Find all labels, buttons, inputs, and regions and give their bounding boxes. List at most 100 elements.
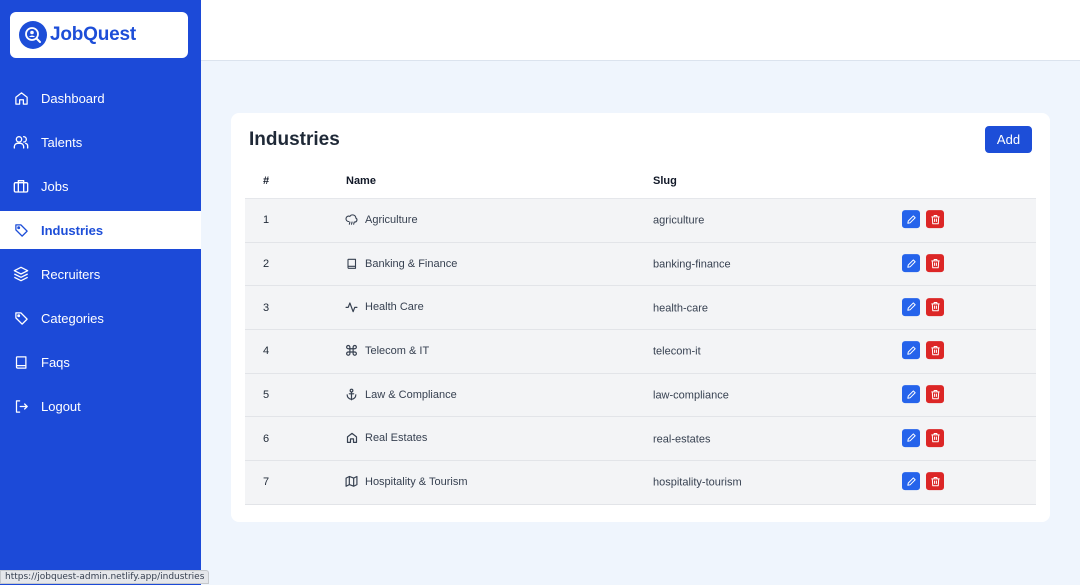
row-slug: hospitality-tourism	[653, 477, 742, 490]
users-icon	[13, 134, 29, 150]
table-body: 1 Agriculture agriculture 2 Banking & Fi…	[245, 199, 1036, 505]
edit-button[interactable]	[902, 210, 920, 229]
delete-button[interactable]	[926, 210, 944, 229]
add-button[interactable]: Add	[985, 126, 1032, 153]
row-slug: telecom-it	[653, 346, 701, 359]
briefcase-icon	[13, 178, 29, 194]
row-slug: real-estates	[653, 433, 711, 446]
brand-logo[interactable]: JobQuest	[10, 12, 188, 58]
delete-button[interactable]	[926, 254, 944, 273]
row-number: 2	[263, 258, 270, 271]
row-actions	[902, 428, 944, 447]
trash-icon	[930, 389, 940, 399]
delete-button[interactable]	[926, 428, 944, 447]
edit-button[interactable]	[902, 297, 920, 316]
row-name-text: Real Estates	[365, 432, 428, 445]
sidebar-item-label: Categories	[41, 310, 104, 326]
sidebar-item-recruiters[interactable]: Recruiters	[0, 255, 201, 293]
pencil-icon	[906, 215, 916, 224]
row-slug: banking-finance	[653, 258, 731, 271]
row-number: 4	[263, 345, 270, 358]
row-name-text: Banking & Finance	[365, 257, 458, 270]
row-actions	[902, 385, 944, 404]
table-row: 6 Real Estates real-estates	[245, 417, 1036, 462]
sidebar-item-label: Talents	[41, 134, 83, 150]
delete-button[interactable]	[926, 385, 944, 404]
cloud-rain-icon	[345, 213, 358, 226]
table-row: 3 Health Care health-care	[245, 286, 1036, 331]
book-icon	[13, 354, 29, 370]
sidebar-item-logout[interactable]: Logout	[0, 387, 201, 425]
row-name: Hospitality & Tourism	[345, 475, 468, 488]
row-number: 5	[263, 389, 270, 402]
pencil-icon	[906, 346, 916, 355]
delete-button[interactable]	[926, 472, 944, 491]
row-actions	[902, 297, 944, 316]
row-name-text: Health Care	[365, 301, 424, 314]
column-header-name: Name	[346, 174, 376, 187]
pencil-icon	[906, 258, 916, 268]
sidebar-item-label: Faqs	[41, 354, 70, 370]
layers-icon	[13, 266, 29, 282]
map-icon	[345, 475, 358, 488]
industries-card: Industries Add # Name Slug 1 Agriculture…	[231, 113, 1050, 522]
page-title: Industries	[249, 129, 340, 150]
edit-button[interactable]	[902, 428, 920, 447]
trash-icon	[930, 345, 940, 356]
edit-button[interactable]	[902, 254, 920, 273]
home-icon	[13, 90, 29, 106]
sidebar-item-categories[interactable]: Categories	[0, 299, 201, 337]
row-name: Real Estates	[345, 432, 427, 445]
trash-icon	[930, 302, 940, 312]
row-name-text: Agriculture	[365, 213, 418, 226]
trash-icon	[930, 258, 940, 268]
table-row: 7 Hospitality & Tourism hospitality-tour…	[245, 461, 1036, 505]
tag-icon	[13, 222, 29, 238]
sidebar-item-label: Jobs	[41, 178, 69, 194]
row-name-text: Law & Compliance	[365, 388, 457, 401]
row-slug: law-compliance	[653, 389, 729, 402]
sidebar-item-label: Dashboard	[41, 90, 105, 106]
edit-button[interactable]	[902, 385, 920, 404]
table-row: 1 Agriculture agriculture	[245, 199, 1036, 243]
row-name: Banking & Finance	[345, 257, 457, 270]
row-name: Health Care	[345, 301, 424, 314]
sidebar-item-dashboard[interactable]: Dashboard	[0, 79, 201, 117]
row-slug: agriculture	[653, 214, 705, 227]
status-bar-url: https://jobquest-admin.netlify.app/indus…	[0, 570, 210, 584]
row-name-text: Telecom & IT	[365, 344, 430, 357]
row-slug: health-care	[653, 302, 709, 315]
edit-button[interactable]	[902, 472, 920, 491]
column-header-slug: Slug	[653, 174, 677, 187]
row-actions	[902, 472, 944, 491]
pencil-icon	[906, 302, 916, 311]
pencil-icon	[906, 390, 916, 399]
row-actions	[902, 254, 944, 273]
row-name-text: Hospitality & Tourism	[365, 475, 468, 488]
delete-button[interactable]	[926, 341, 944, 360]
brand-name: JobQuest	[50, 24, 137, 45]
edit-button[interactable]	[902, 341, 920, 360]
sidebar: JobQuest Dashboard Talents Jobs Industri…	[0, 0, 201, 585]
delete-button[interactable]	[926, 297, 944, 316]
row-number: 6	[263, 432, 270, 445]
pencil-icon	[906, 477, 916, 486]
table-row: 2 Banking & Finance banking-finance	[245, 242, 1036, 287]
home-icon	[345, 432, 358, 445]
trash-icon	[930, 476, 940, 487]
row-number: 3	[263, 301, 270, 314]
sidebar-item-label: Recruiters	[41, 266, 101, 282]
table-header: # Name Slug	[245, 163, 1036, 199]
table-row: 5 Law & Compliance law-compliance	[245, 373, 1036, 418]
table-row: 4 Telecom & IT telecom-it	[245, 330, 1036, 374]
sidebar-item-faqs[interactable]: Faqs	[0, 343, 201, 381]
anchor-icon	[345, 388, 358, 401]
sidebar-item-jobs[interactable]: Jobs	[0, 167, 201, 205]
logout-icon	[13, 398, 29, 414]
trash-icon	[930, 433, 940, 443]
sidebar-item-talents[interactable]: Talents	[0, 123, 201, 161]
sidebar-item-industries[interactable]: Industries	[0, 211, 201, 249]
row-number: 1	[263, 214, 270, 227]
command-icon	[345, 344, 358, 357]
row-name: Agriculture	[345, 213, 418, 226]
